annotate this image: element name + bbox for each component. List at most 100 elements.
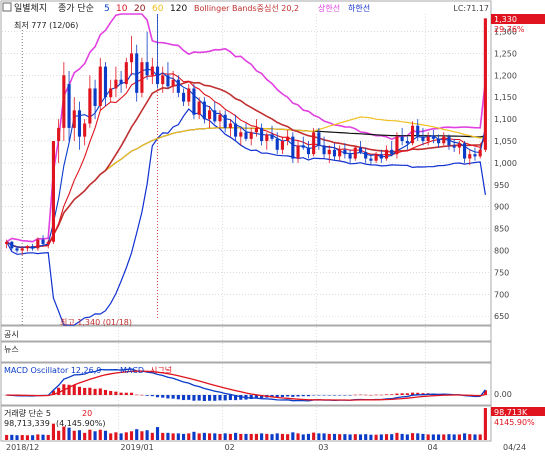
volume-bar — [150, 432, 154, 440]
stock-chart: 650 700 750 800 850 900 950 1,000 1,050 1,100 1,15… — [0, 0, 545, 452]
news-panel-frame — [0, 341, 492, 363]
candle-body — [176, 79, 180, 93]
ma-legend-item: 120 — [170, 4, 187, 14]
volume-bar — [176, 433, 180, 440]
volume-bar — [155, 427, 160, 440]
macd-bar — [109, 390, 113, 395]
volume-bar — [478, 434, 482, 440]
volume-bar — [369, 434, 373, 440]
low-annotation: 최저 777 (12/06) — [14, 20, 78, 30]
candle-body — [296, 145, 300, 159]
candle-body — [327, 149, 331, 155]
macd-bar — [332, 395, 337, 396]
volume-bar — [208, 433, 212, 440]
candle-body — [5, 241, 9, 244]
candle-body — [88, 88, 92, 124]
ma-prefix: 종가 단순 — [58, 3, 94, 14]
macd-bar — [208, 395, 212, 401]
candle-body — [208, 110, 212, 120]
macd-bar — [317, 395, 321, 396]
macd-bar — [145, 395, 149, 396]
candle-body — [57, 127, 61, 142]
volume-bar — [31, 435, 35, 440]
ma-legend-item: 5 — [104, 4, 110, 14]
macd-bar — [358, 394, 363, 396]
candle-body — [410, 125, 415, 144]
volume-bar — [426, 434, 430, 440]
candle-body — [436, 138, 441, 144]
candle-body — [457, 143, 461, 148]
macd-bar — [338, 395, 342, 396]
volume-bar — [202, 432, 206, 440]
candle-body — [468, 154, 472, 159]
volume-bar — [301, 434, 305, 440]
price-change: 29.76% — [494, 25, 525, 34]
macd-zero-tick: 0.00 — [494, 390, 512, 399]
macd-bar — [291, 395, 295, 397]
volume-bar — [187, 433, 191, 440]
macd-bar — [72, 384, 76, 395]
y-tick-label: 850 — [494, 225, 509, 234]
y-tick-label: 750 — [494, 268, 509, 277]
volume-bar — [384, 434, 389, 440]
macd-bar — [197, 395, 201, 401]
y-tick-label: 800 — [494, 247, 509, 256]
volume-bar — [197, 433, 201, 440]
macd-bar — [353, 394, 357, 396]
macd-label: MACD — [120, 366, 144, 375]
macd-bar — [171, 395, 175, 399]
macd-bar — [213, 395, 217, 401]
volume-change: (4,145.90%) — [56, 419, 105, 428]
candle-body — [145, 62, 149, 76]
volume-badge-value: 98,713K — [494, 408, 528, 417]
x-end-label: 04/24 — [503, 443, 526, 452]
candle-body — [36, 239, 40, 249]
candle-body — [202, 101, 206, 120]
macd-bar — [161, 395, 165, 398]
volume-bar — [327, 433, 331, 440]
volume-bar — [317, 433, 321, 440]
candle-body — [379, 154, 383, 159]
volume-bar — [364, 434, 368, 440]
macd-bar — [280, 395, 284, 398]
news-label: 뉴스 — [4, 345, 19, 354]
x-tick-label: 2018/12 — [6, 443, 39, 452]
bollinger-upper-label: 상한선 — [318, 3, 340, 13]
ma-legend-item: 20 — [134, 4, 146, 14]
candle-body — [119, 79, 123, 85]
volume-bar — [270, 434, 274, 440]
volume-bar — [124, 432, 128, 440]
candle-body — [286, 136, 290, 142]
macd-bar — [98, 388, 102, 395]
volume-bar — [67, 427, 71, 440]
macd-bar — [150, 395, 154, 397]
x-tick-label: 03 — [318, 443, 328, 452]
candle-body — [72, 110, 76, 128]
volume-bar — [5, 434, 9, 440]
volume-bar — [228, 433, 232, 440]
macd-bar — [296, 395, 300, 397]
volume-bar — [306, 433, 311, 440]
candle-body — [332, 149, 337, 157]
candle-body — [25, 246, 29, 249]
volume-bar — [483, 408, 487, 440]
volume-bar — [218, 433, 222, 440]
candle-body — [452, 145, 456, 148]
macd-bar — [119, 392, 123, 395]
macd-bar — [301, 395, 305, 397]
disclosure-label: 공시 — [4, 330, 19, 339]
chart-title: 일별체지 — [14, 3, 47, 14]
candle-body — [197, 101, 201, 115]
volume-bar — [374, 434, 378, 440]
volume-bar — [62, 426, 66, 440]
candle-body — [77, 110, 82, 137]
volume-bar — [410, 433, 415, 440]
volume-bar — [275, 433, 279, 440]
candle-body — [426, 136, 430, 142]
volume-bar — [41, 434, 45, 440]
macd-bar — [286, 395, 290, 397]
volume-bar — [114, 432, 118, 440]
macd-bar — [114, 391, 118, 395]
candle-body — [228, 123, 232, 128]
candle-body — [239, 132, 243, 137]
